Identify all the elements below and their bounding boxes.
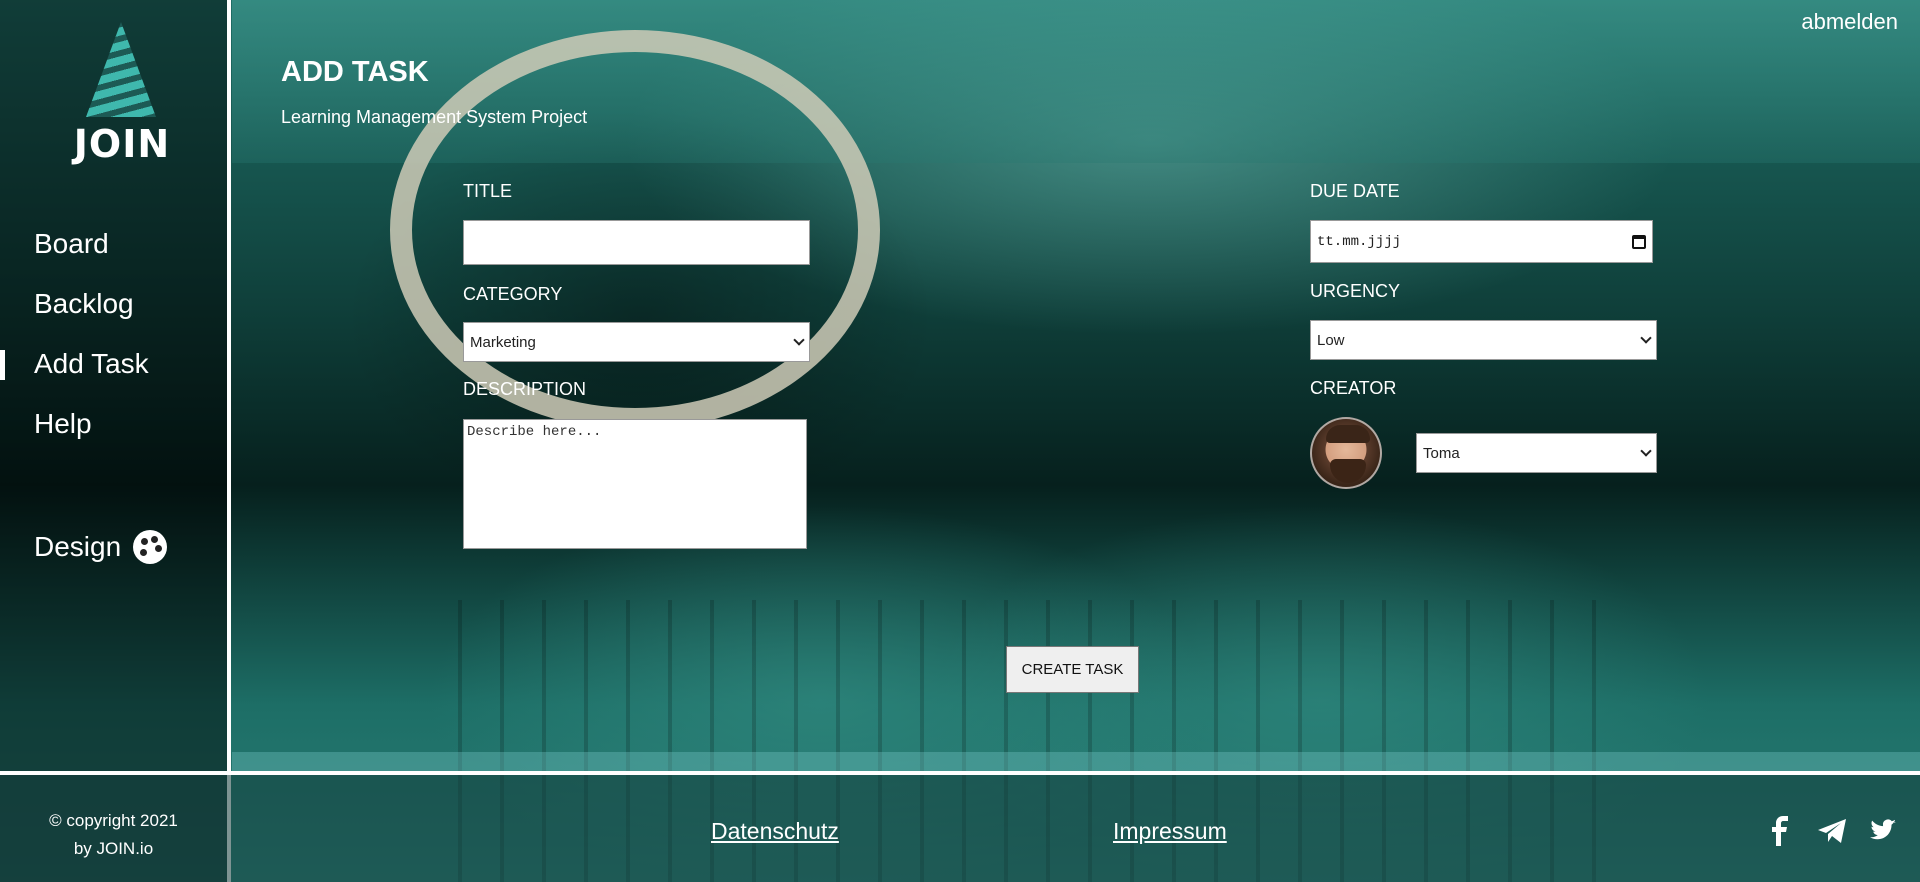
due-date-input[interactable]: tt.mm.jjjj xyxy=(1310,220,1653,263)
chevron-down-icon xyxy=(1640,444,1652,457)
creator-avatar xyxy=(1310,417,1382,489)
sidebar-divider xyxy=(227,0,231,882)
page-title: ADD TASK xyxy=(281,56,429,88)
creator-select[interactable]: Toma xyxy=(1416,433,1657,473)
twitter-icon[interactable] xyxy=(1866,815,1898,847)
urgency-select-value: Low xyxy=(1317,331,1345,349)
category-label: CATEGORY xyxy=(463,284,563,304)
footer-band xyxy=(232,752,1920,771)
sidebar-item-add-task[interactable]: Add Task xyxy=(0,340,227,400)
join-logo-text: JOIN xyxy=(73,122,171,166)
avatar-beard xyxy=(1330,459,1366,483)
category-select[interactable]: Marketing xyxy=(463,322,810,362)
description-textarea[interactable]: Describe here... xyxy=(463,419,807,549)
avatar-hair xyxy=(1326,425,1370,443)
logout-link[interactable]: abmelden xyxy=(1801,9,1898,35)
palette-icon xyxy=(133,530,168,564)
sidebar-item-help[interactable]: Help xyxy=(0,400,227,460)
footer-divider xyxy=(0,771,1920,775)
sidebar-item-design-label: Design xyxy=(34,531,122,562)
create-task-button[interactable]: CREATE TASK xyxy=(1006,646,1139,693)
imprint-link[interactable]: Impressum xyxy=(1113,818,1227,845)
chevron-down-icon xyxy=(793,333,805,346)
footer xyxy=(0,771,1920,882)
telegram-icon[interactable] xyxy=(1816,815,1848,847)
title-input[interactable] xyxy=(463,220,810,265)
sidebar: JOIN Board Backlog Add Task Help Design xyxy=(0,0,227,882)
description-label: DESCRIPTION xyxy=(463,379,587,399)
page-subtitle: Learning Management System Project xyxy=(281,107,588,127)
copyright-line-1: © copyright 2021 xyxy=(49,811,178,830)
sidebar-item-design[interactable]: Design xyxy=(34,530,168,564)
sidebar-item-backlog[interactable]: Backlog xyxy=(0,280,227,340)
due-date-label: DUE DATE xyxy=(1310,181,1400,201)
join-logo[interactable]: JOIN xyxy=(62,22,182,172)
copyright-line-2: by JOIN.io xyxy=(73,839,154,858)
category-select-value: Marketing xyxy=(470,333,536,351)
chevron-down-icon xyxy=(1640,331,1652,344)
join-logo-mark-icon xyxy=(86,22,156,117)
privacy-link[interactable]: Datenschutz xyxy=(711,818,839,845)
facebook-icon[interactable] xyxy=(1765,815,1797,847)
calendar-icon[interactable] xyxy=(1632,234,1646,249)
creator-label: CREATOR xyxy=(1310,378,1397,398)
due-date-placeholder: tt.mm.jjjj xyxy=(1317,233,1402,250)
sidebar-item-board[interactable]: Board xyxy=(0,220,227,280)
sidebar-nav: Board Backlog Add Task Help xyxy=(0,220,227,460)
header-band xyxy=(232,0,1920,163)
copyright: © copyright 2021 by JOIN.io xyxy=(0,807,227,863)
urgency-select[interactable]: Low xyxy=(1310,320,1657,360)
creator-select-value: Toma xyxy=(1423,444,1460,462)
title-label: TITLE xyxy=(463,181,513,201)
urgency-label: URGENCY xyxy=(1310,281,1401,301)
